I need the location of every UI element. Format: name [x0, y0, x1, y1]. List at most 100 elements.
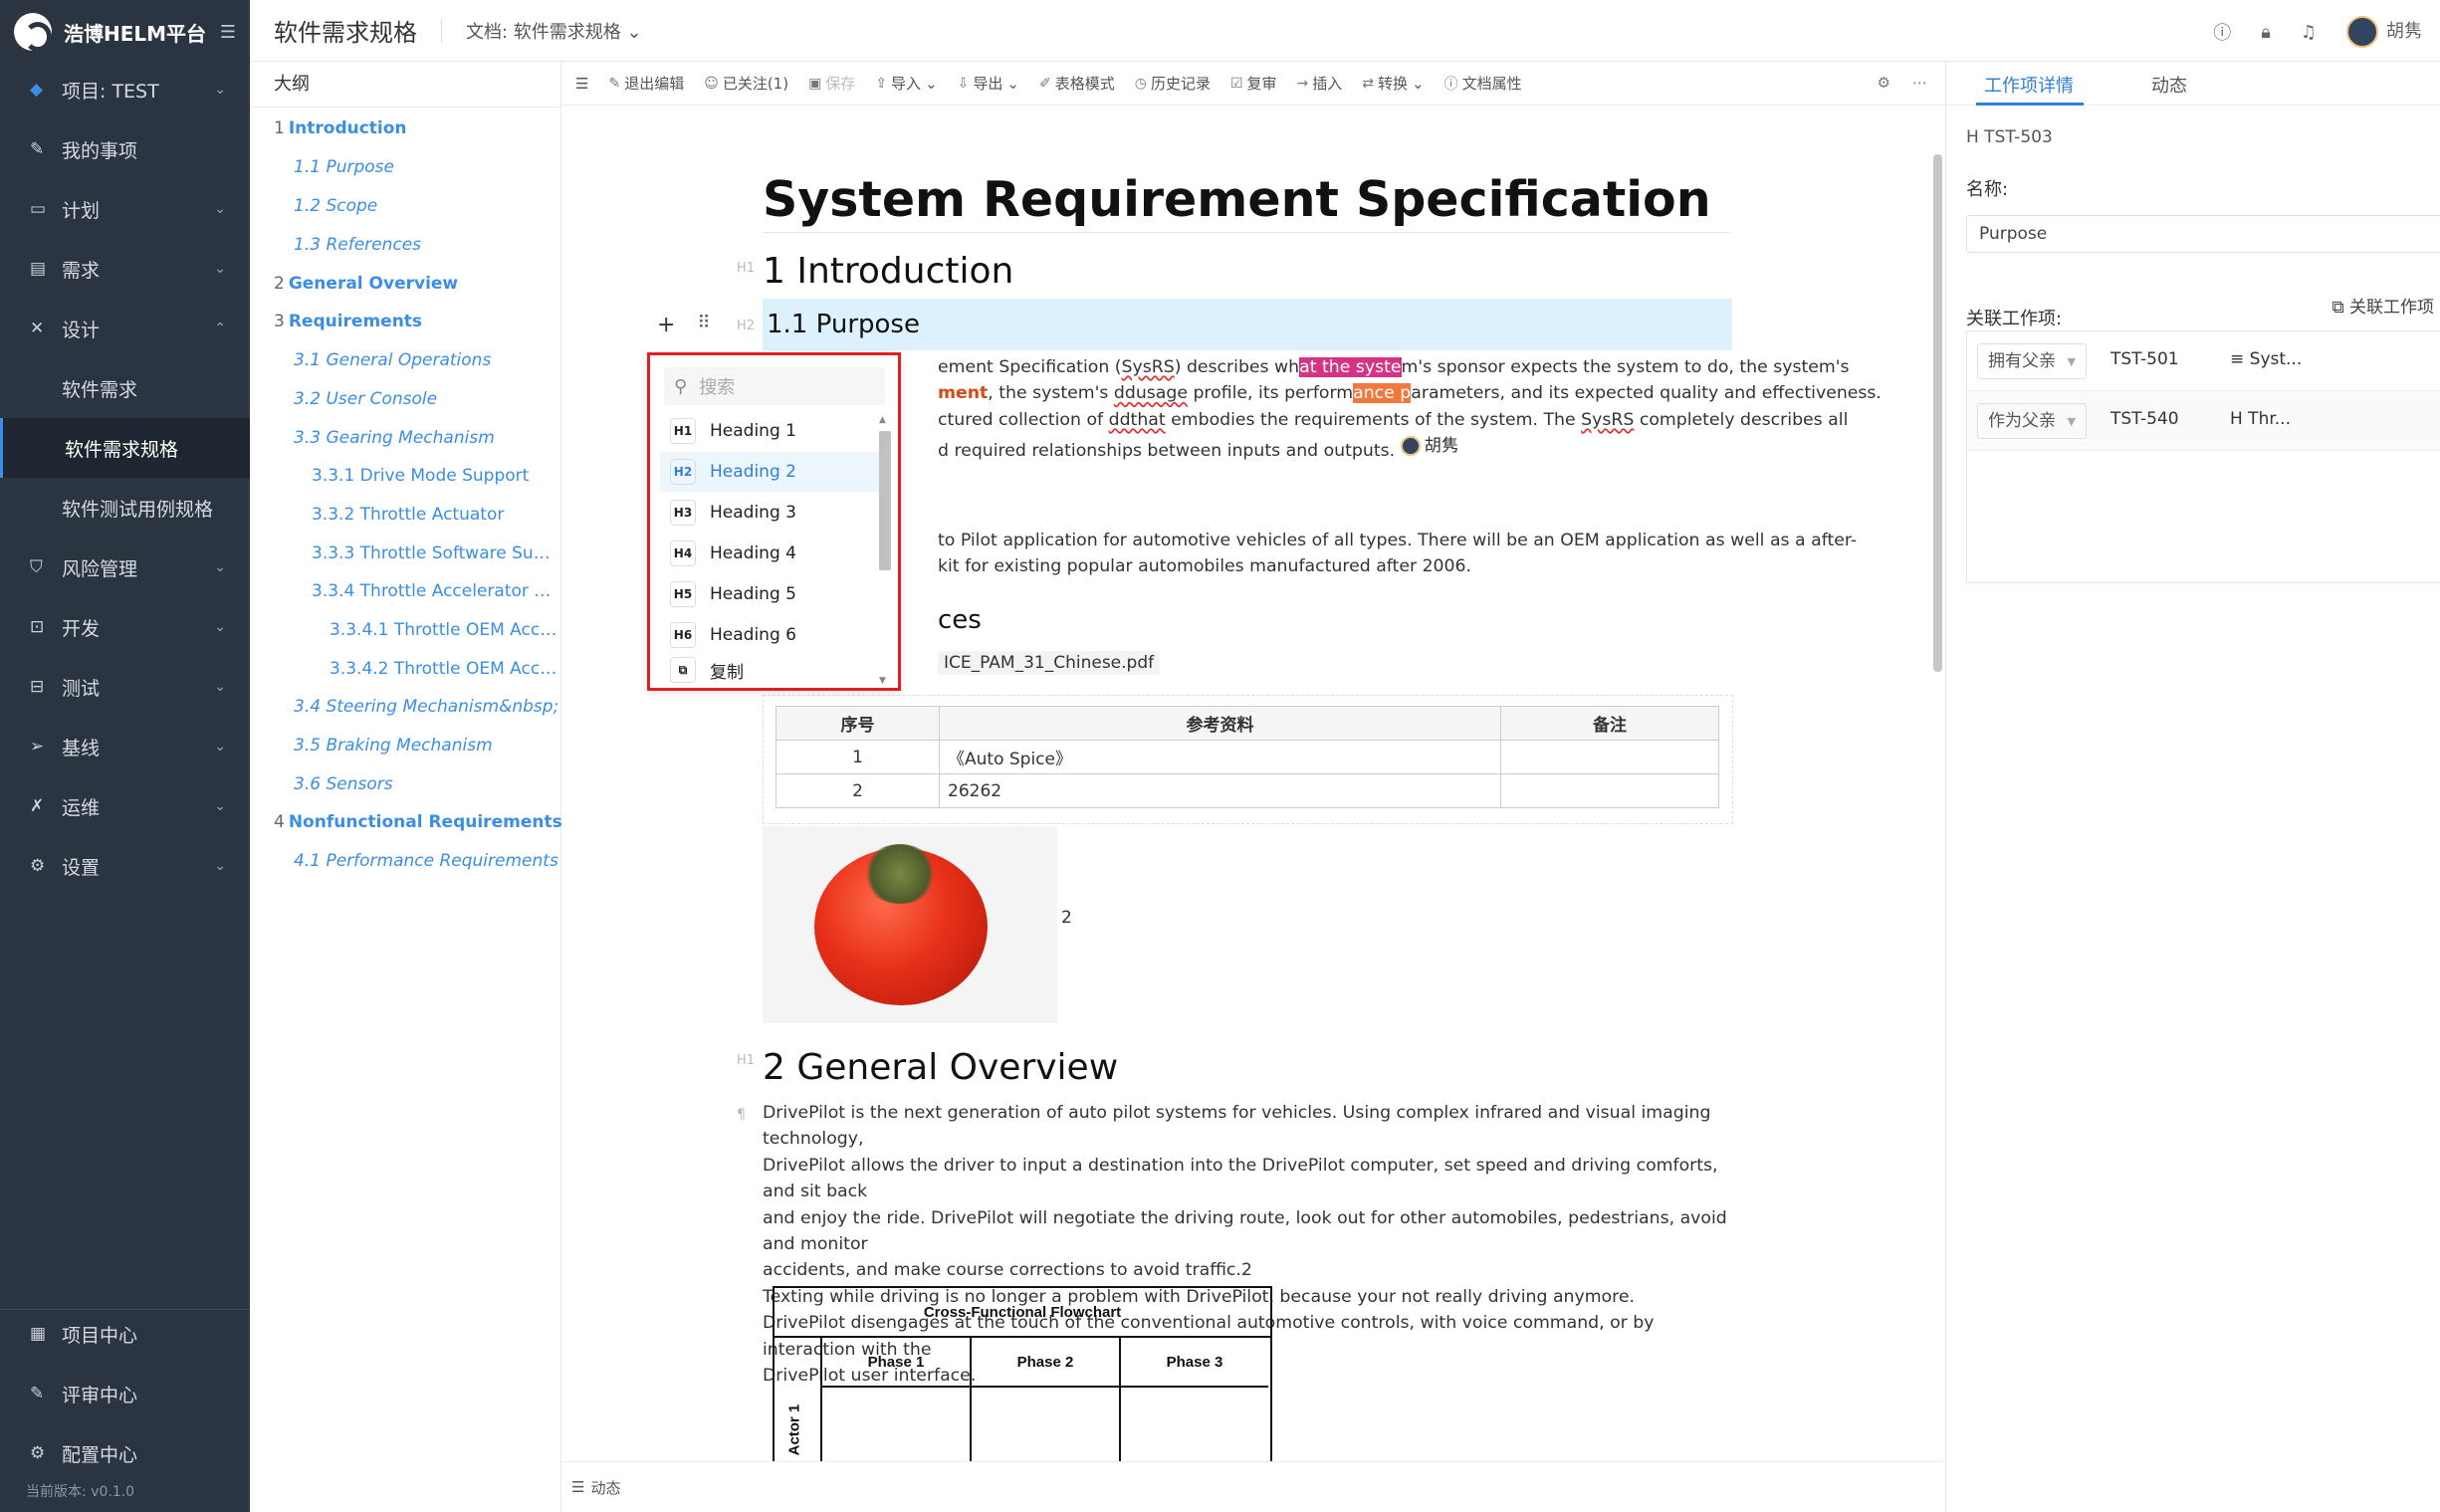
sidebar-item-ops[interactable]: ✗ 运维 ⌄ [0, 776, 250, 836]
list-item[interactable]: 作为父亲 TST-540 H Thr... [1967, 391, 2440, 451]
table-cell[interactable]: 1 [776, 740, 940, 774]
persimmon-image[interactable] [763, 826, 1057, 1023]
relation-type-select[interactable]: 作为父亲 [1977, 403, 2087, 439]
document-selector[interactable]: 文档: 软件需求规格 ⌄ [466, 18, 642, 44]
user-menu[interactable]: 胡隽 [2346, 16, 2422, 48]
outline-item[interactable]: 3.3.4.1 Throttle OEM Acceler... [330, 620, 560, 640]
menu-search-input[interactable]: ⚲ 搜索 [664, 367, 885, 405]
outline-item[interactable]: 3.5 Braking Mechanism [294, 736, 493, 756]
heading-references-tail[interactable]: ces [938, 605, 982, 635]
link-work-item-button[interactable]: ⧉ 关联工作项 [2331, 293, 2434, 318]
convert-button[interactable]: ⇄ 转换 ⌄ [1362, 73, 1424, 94]
follow-button[interactable]: ☺ 已关注(1) [704, 73, 788, 94]
document-editor[interactable]: System Requirement Specification H1 1 In… [561, 106, 1945, 1461]
table-cell[interactable]: 26262 [939, 773, 1501, 808]
add-block-icon[interactable]: + [657, 313, 675, 337]
sidebar-item-plan[interactable]: ▭ 计划 ⌄ [0, 179, 250, 239]
menu-item-heading-6[interactable]: H6 Heading 6 [660, 615, 881, 655]
sidebar-item-risk[interactable]: ⛉ 风险管理 ⌄ [0, 538, 250, 597]
export-button[interactable]: ⇩ 导出 ⌄ [958, 73, 1019, 94]
sidebar-item-software-requirements-spec[interactable]: 软件需求规格 [0, 418, 250, 478]
outline-item[interactable]: 1.2 Scope [294, 196, 377, 216]
heading-general-overview[interactable]: 2 General Overview [763, 1047, 1118, 1088]
related-item-name[interactable]: ≡ Syst... [2230, 349, 2302, 369]
table-cell[interactable]: 《Auto Spice》 [939, 740, 1501, 774]
outline-toggle-icon[interactable]: ☰ [575, 75, 588, 93]
outline-item[interactable]: 3.3.3 Throttle Software Subcon... [312, 543, 560, 563]
sidebar-item-settings[interactable]: ⚙ 设置 ⌄ [0, 836, 250, 896]
scroll-down-icon[interactable]: ▼ [879, 676, 886, 686]
save-button[interactable]: ▣ 保存 [808, 73, 855, 94]
attachment-file[interactable]: ICE_PAM_31_Chinese.pdf [938, 651, 1161, 675]
sidebar-item-review-center[interactable]: ✎ 评审中心 [0, 1364, 250, 1423]
review-button[interactable]: ☑ 复审 [1230, 73, 1277, 94]
related-item-name[interactable]: H Thr... [2230, 409, 2291, 429]
outline-item[interactable]: 3 Requirements [274, 312, 422, 331]
tab-activity[interactable]: 动态 [2151, 72, 2187, 98]
outline-item[interactable]: 3.3.2 Throttle Actuator [312, 505, 560, 525]
app-logo[interactable]: 浩博HELM平台 ☰ [0, 0, 250, 64]
outline-item[interactable]: 3.3 Gearing Mechanism [294, 428, 495, 448]
history-button[interactable]: ◷ 历史记录 [1135, 73, 1211, 94]
bell-icon[interactable]: ♫ [2301, 22, 2317, 43]
menu-item-heading-3[interactable]: H3 Heading 3 [660, 493, 881, 533]
outline-item[interactable]: 3.1 General Operations [294, 350, 491, 370]
outline-item[interactable]: 2 General Overview [274, 274, 458, 294]
project-selector[interactable]: ◆ 项目: TEST ⌄ [0, 60, 250, 119]
list-item[interactable]: 拥有父亲 TST-501 ≡ Syst... [1967, 331, 2440, 391]
doc-properties-button[interactable]: ⓘ 文档属性 [1444, 73, 1522, 94]
table-cell[interactable] [1500, 773, 1719, 808]
outline-item[interactable]: 3.3.1 Drive Mode Support [312, 466, 560, 486]
scope-paragraph[interactable]: to Pilot application for automotive vehi… [763, 528, 1857, 580]
sidebar-item-software-test-spec[interactable]: 软件测试用例规格 [0, 478, 250, 538]
insert-button[interactable]: → 插入 [1297, 73, 1343, 94]
table-mode-button[interactable]: ✐ 表格模式 [1039, 73, 1115, 94]
sidebar-item-my-tasks[interactable]: ✎ 我的事项 [0, 119, 250, 179]
drag-handle-icon[interactable]: ⠿ [697, 313, 710, 337]
menu-item-heading-1[interactable]: H1 Heading 1 [660, 411, 881, 451]
outline-item[interactable]: 3.3.4.2 Throttle OEM Acceler... [330, 659, 560, 679]
more-icon[interactable]: ⋯ [1912, 74, 1927, 92]
tab-work-item-details[interactable]: 工作项详情 [1984, 72, 2074, 98]
activity-footer[interactable]: ☰ 动态 [561, 1461, 1945, 1512]
menu-item-heading-5[interactable]: H5 Heading 5 [660, 574, 881, 614]
name-field[interactable]: Purpose [1966, 215, 2440, 253]
menu-item-heading-2[interactable]: H2 Heading 2 [660, 452, 881, 492]
table-cell[interactable] [1500, 740, 1719, 774]
heading-purpose[interactable]: 1.1 Purpose [763, 299, 1732, 350]
document-title[interactable]: System Requirement Specification [763, 171, 1730, 233]
table-cell[interactable]: 2 [776, 773, 940, 808]
menu-collapse-icon[interactable]: ☰ [220, 22, 236, 43]
outline-item[interactable]: 1.1 Purpose [294, 157, 394, 177]
heading-introduction[interactable]: 1 Introduction [763, 251, 1013, 292]
sidebar-item-software-requirements[interactable]: 软件需求 [0, 358, 250, 418]
cross-functional-flowchart[interactable]: Cross-Functional Flowchart Actor 1 Phase… [773, 1286, 1272, 1461]
sidebar-item-design[interactable]: ✕ 设计 ⌃ [0, 299, 250, 358]
menu-item-copy[interactable]: ⧉ 复制 [660, 654, 881, 686]
menu-scroll-thumb[interactable] [879, 431, 891, 570]
references-table[interactable]: 序号 参考资料 备注 1 《Auto Spice》 2 26262 [776, 706, 1719, 808]
sidebar-item-dev[interactable]: ⊡ 开发 ⌄ [0, 597, 250, 657]
related-item-id[interactable]: TST-540 [2110, 409, 2179, 429]
editor-scrollbar[interactable] [1933, 154, 1942, 672]
exit-edit-button[interactable]: ✎ 退出编辑 [608, 73, 684, 94]
sidebar-item-test[interactable]: ⊟ 测试 ⌄ [0, 657, 250, 717]
outline-item[interactable]: 3.6 Sensors [294, 774, 393, 794]
outline-item[interactable]: 3.2 User Console [294, 389, 437, 409]
menu-item-heading-4[interactable]: H4 Heading 4 [660, 534, 881, 573]
outline-item[interactable]: 3.4 Steering Mechanism&nbsp; [294, 697, 558, 717]
lock-icon[interactable]: 🔒︎ [2261, 22, 2271, 43]
sidebar-item-requirements[interactable]: ▤ 需求 ⌄ [0, 239, 250, 299]
related-item-id[interactable]: TST-501 [2110, 349, 2179, 369]
purpose-paragraph[interactable]: ement Specification (SysRS) describes wh… [763, 354, 1882, 465]
sidebar-item-baseline[interactable]: ➢ 基线 ⌄ [0, 717, 250, 776]
scroll-up-icon[interactable]: ▲ [879, 415, 886, 425]
outline-item[interactable]: 1.3 References [294, 235, 421, 255]
sidebar-item-config-center[interactable]: ⚙ 配置中心 [0, 1423, 250, 1483]
user-mention[interactable]: 胡隽 [1400, 433, 1458, 459]
import-button[interactable]: ⇪ 导入 ⌄ [875, 73, 937, 94]
outline-item[interactable]: 4 Nonfunctional Requirements [274, 812, 562, 832]
gear-icon[interactable]: ⚙ [1878, 74, 1890, 92]
sidebar-item-project-center[interactable]: ▦ 项目中心 [0, 1304, 250, 1364]
outline-item[interactable]: 3.3.4 Throttle Accelerator Over... [312, 581, 560, 601]
